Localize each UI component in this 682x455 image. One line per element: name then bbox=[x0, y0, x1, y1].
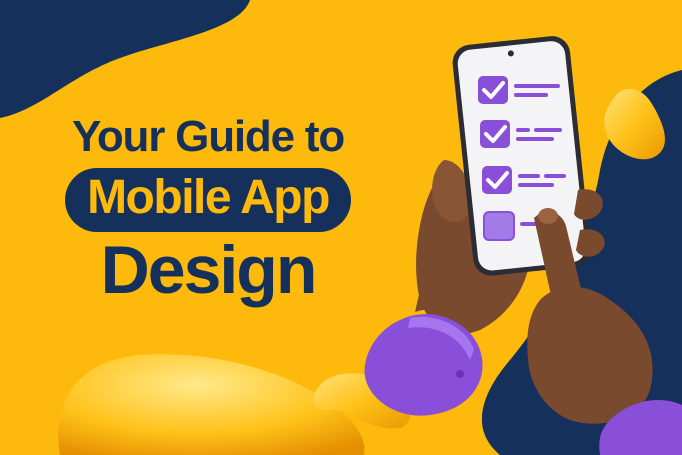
pointing-hand bbox=[527, 286, 653, 424]
phone-illustration bbox=[364, 36, 682, 455]
phone bbox=[452, 36, 591, 276]
fingertip bbox=[538, 208, 558, 224]
banner: Your Guide to Mobile App Design bbox=[0, 0, 682, 455]
left-sleeve bbox=[364, 314, 483, 416]
checkbox bbox=[483, 211, 515, 241]
cuff-button-icon bbox=[456, 370, 464, 378]
